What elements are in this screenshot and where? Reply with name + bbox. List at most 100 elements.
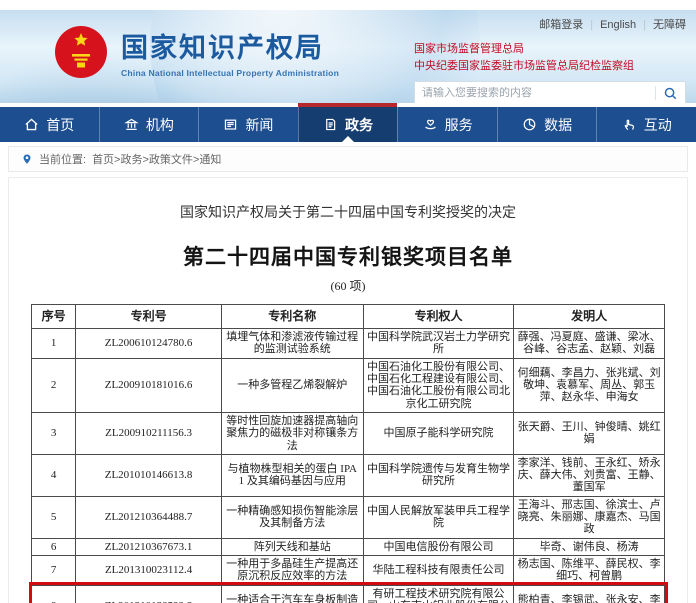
search-icon[interactable] — [663, 86, 678, 101]
cell-patentee: 中国科学院武汉岩土力学研究所 — [363, 329, 514, 359]
cell-no: 8 — [32, 585, 76, 603]
col-header-inventors: 发明人 — [514, 305, 665, 329]
cell-name: 与植物株型相关的蛋白 IPA1 及其编码基因与应用 — [221, 454, 363, 496]
breadcrumb-path[interactable]: 首页>政务>政策文件>通知 — [92, 151, 221, 167]
header-row: 序号 专利号 专利名称 专利权人 发明人 — [32, 305, 665, 329]
utility-links: 邮箱登录 | English | 无障碍 — [414, 16, 686, 32]
cell-patent-no: ZL201010146613.8 — [76, 454, 222, 496]
cell-no: 3 — [32, 412, 76, 454]
cell-patent-no: ZL201310023112.4 — [76, 556, 222, 586]
nav-item-home[interactable]: 首页 — [0, 107, 99, 142]
main-nav: 首页 机构 新闻 政务 服务 数据 互动 — [0, 103, 696, 142]
nav-label: 服务 — [445, 115, 473, 135]
col-header-name: 专利名称 — [221, 305, 363, 329]
nav-label: 首页 — [46, 115, 74, 135]
cell-patent-no: ZL200610124780.6 — [76, 329, 222, 359]
cell-inventors: 李家洋、钱前、王永红、矫永庆、薛大伟、刘贵富、王静、董国军 — [514, 454, 665, 496]
cell-no: 7 — [32, 556, 76, 586]
national-emblem-icon — [54, 25, 108, 79]
item-count: (60 项) — [9, 277, 687, 294]
data-pie-icon — [522, 117, 537, 132]
cell-name: 一种适合于汽车车身板制造的铝合金材料及制备方法 — [221, 585, 363, 603]
cell-no: 2 — [32, 358, 76, 412]
nav-item-data[interactable]: 数据 — [497, 107, 597, 142]
accessibility-link[interactable]: 无障碍 — [653, 19, 686, 31]
cell-name: 一种多管程乙烯裂解炉 — [221, 358, 363, 412]
nav-item-services[interactable]: 服务 — [397, 107, 497, 142]
search-bar — [414, 81, 686, 103]
discipline-inspection-link[interactable]: 中央纪委国家监委驻市场监管总局纪检监察组 — [414, 58, 686, 75]
home-icon — [24, 117, 39, 132]
table-row: 1ZL200610124780.6填埋气体和渗滤液传输过程的监测试验系统中国科学… — [32, 329, 665, 359]
nav-item-gov-affairs[interactable]: 政务 — [298, 107, 398, 142]
nav-label: 机构 — [146, 115, 174, 135]
bank-icon — [124, 117, 139, 132]
site-title: 国家知识产权局 — [121, 26, 339, 65]
table-row: 5ZL201210364488.7一种精确感知损伤智能涂层及其制备方法中国人民解… — [32, 496, 665, 538]
table-row: 4ZL201010146613.8与植物株型相关的蛋白 IPA1 及其编码基因与… — [32, 454, 665, 496]
site-subtitle: China National Intellectual Property Adm… — [121, 68, 339, 78]
cell-patentee: 中国原子能科学研究院 — [363, 412, 514, 454]
cell-patent-no: ZL201210364488.7 — [76, 496, 222, 538]
mail-login-link[interactable]: 邮箱登录 — [539, 19, 583, 31]
cell-patentee: 华陆工程科技有限责任公司 — [363, 556, 514, 586]
col-header-patentee: 专利权人 — [363, 305, 514, 329]
cell-patentee: 有研工程技术研究院有限公司、山东南山铝业股份有限公司 — [363, 585, 514, 603]
document-icon — [323, 117, 338, 132]
cell-inventors: 毕奇、谢伟良、杨涛 — [514, 538, 665, 555]
nav-label: 政务 — [345, 115, 373, 135]
cell-name: 一种精确感知损伤智能涂层及其制备方法 — [221, 496, 363, 538]
nav-item-org[interactable]: 机构 — [99, 107, 199, 142]
header-right: 邮箱登录 | English | 无障碍 国家市场监督管理总局 中央纪委国家监委驻市场监… — [414, 16, 686, 103]
cell-inventors: 薛强、冯夏庭、盛谦、梁冰、谷峰、谷志孟、赵颖、刘磊 — [514, 329, 665, 359]
samr-link[interactable]: 国家市场监督管理总局 — [414, 41, 686, 58]
cell-name: 填埋气体和渗滤液传输过程的监测试验系统 — [221, 329, 363, 359]
patent-table-body: 1ZL200610124780.6填埋气体和渗滤液传输过程的监测试验系统中国科学… — [32, 329, 665, 603]
cell-patentee: 中国科学院遗传与发育生物学研究所 — [363, 454, 514, 496]
site-header: 国家知识产权局 China National Intellectual Prop… — [0, 10, 696, 103]
award-list-title: 第二十四届中国专利银奖项目名单 — [9, 241, 687, 271]
nav-label: 互动 — [644, 115, 672, 135]
table-row: 2ZL200910181016.6一种多管程乙烯裂解炉中国石油化工股份有限公司、… — [32, 358, 665, 412]
table-row: 7ZL201310023112.4一种用于多晶硅生产提高还原沉积反应效率的方法华… — [32, 556, 665, 586]
cell-inventors: 杨志国、陈维平、薛民权、李细巧、柯曾鹏 — [514, 556, 665, 586]
table-header: 序号 专利号 专利名称 专利权人 发明人 — [32, 305, 665, 329]
cell-patent-no: ZL201210367673.1 — [76, 538, 222, 555]
service-icon — [423, 117, 438, 132]
cell-patentee: 中国石油化工股份有限公司、中国石化工程建设有限公司、中国石油化工股份有限公司北京… — [363, 358, 514, 412]
nav-item-interact[interactable]: 互动 — [596, 107, 696, 142]
search-input[interactable] — [422, 87, 648, 99]
cell-patentee: 中国电信股份有限公司 — [363, 538, 514, 555]
news-icon — [223, 117, 238, 132]
table-row: 3ZL200910211156.3等时性回旋加速器提高轴向聚焦力的磁极非对称镶条… — [32, 412, 665, 454]
cell-inventors: 熊柏青、李锡武、张永安、李志辉、刘红伟、王锋 — [514, 585, 665, 603]
cell-no: 4 — [32, 454, 76, 496]
cell-patent-no: ZL200910181016.6 — [76, 358, 222, 412]
breadcrumb-label: 当前位置: — [39, 151, 86, 167]
cell-no: 6 — [32, 538, 76, 555]
link-separator: | — [590, 19, 593, 31]
related-agency-links: 国家市场监督管理总局 中央纪委国家监委驻市场监管总局纪检监察组 — [414, 41, 686, 74]
link-separator: | — [643, 19, 646, 31]
cnipa-webpage: 国家知识产权局 China National Intellectual Prop… — [0, 0, 696, 603]
nav-label: 数据 — [544, 115, 572, 135]
patent-award-table: 序号 专利号 专利名称 专利权人 发明人 1ZL200610124780.6填埋… — [31, 304, 665, 603]
table-row: 6ZL201210367673.1阵列天线和基站中国电信股份有限公司毕奇、谢伟良… — [32, 538, 665, 555]
cell-name: 阵列天线和基站 — [221, 538, 363, 555]
cell-no: 1 — [32, 329, 76, 359]
search-divider — [655, 86, 656, 100]
cell-inventors: 张天爵、王川、钟俊晴、姚红娟 — [514, 412, 665, 454]
article-content: 国家知识产权局关于第二十四届中国专利奖授奖的决定 第二十四届中国专利银奖项目名单… — [8, 177, 688, 603]
cell-no: 5 — [32, 496, 76, 538]
nav-label: 新闻 — [245, 115, 273, 135]
top-strip — [0, 0, 696, 10]
document-title: 国家知识产权局关于第二十四届中国专利奖授奖的决定 — [9, 202, 687, 222]
cell-inventors: 王海斗、邢志国、徐滨士、卢晓亮、朱丽娜、康嘉杰、马国政 — [514, 496, 665, 538]
col-header-no: 序号 — [32, 305, 76, 329]
nav-item-news[interactable]: 新闻 — [198, 107, 298, 142]
cell-inventors: 何细藕、李昌力、张兆斌、刘敬坤、袁慕军、周丛、郭玉萍、赵永华、申海女 — [514, 358, 665, 412]
english-link[interactable]: English — [600, 19, 636, 31]
cell-name: 一种用于多晶硅生产提高还原沉积反应效率的方法 — [221, 556, 363, 586]
cell-name: 等时性回旋加速器提高轴向聚焦力的磁极非对称镶条方法 — [221, 412, 363, 454]
site-logo[interactable]: 国家知识产权局 China National Intellectual Prop… — [54, 25, 339, 79]
